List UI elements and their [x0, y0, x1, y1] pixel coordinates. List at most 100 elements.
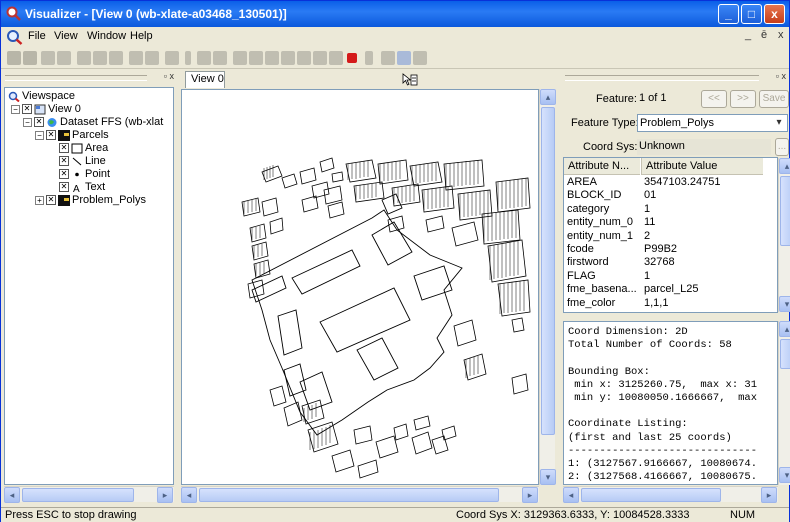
console-vscrollbar[interactable]: ▴ ▾ — [778, 321, 790, 485]
filter-icon[interactable] — [165, 51, 179, 65]
chevron-down-icon[interactable]: ▾ — [771, 115, 787, 131]
scroll-down-icon[interactable]: ▾ — [779, 467, 790, 483]
map-hscrollbar[interactable]: ◂ ▸ — [181, 486, 539, 503]
problem-polys-checkbox[interactable]: ✕ — [46, 195, 56, 206]
table-row[interactable]: BLOCK_ID 01 — [564, 189, 763, 202]
tree-node-viewspace[interactable]: Viewspace — [8, 90, 75, 103]
doc-minimize-button[interactable]: _ — [745, 29, 751, 41]
map-vscrollbar[interactable]: ▴ ▾ — [539, 89, 556, 485]
console-scroll-thumb[interactable] — [780, 339, 790, 369]
coord-sys-browse-button[interactable]: ... — [775, 138, 789, 156]
tree-node-dataset[interactable]: − ✕ Dataset FFS (wb-xlat — [23, 116, 163, 129]
layout-icon[interactable] — [381, 51, 395, 65]
menu-view[interactable]: View — [54, 30, 78, 42]
tree-pane-grip[interactable] — [5, 75, 147, 81]
save-feature-button[interactable]: Save — [759, 90, 789, 108]
next-feature-button[interactable]: >> — [730, 90, 756, 108]
undo-icon[interactable] — [313, 51, 327, 65]
scroll-down-icon[interactable]: ▾ — [779, 296, 790, 312]
scroll-right-icon[interactable]: ▸ — [761, 487, 777, 503]
menu-help[interactable]: Help — [130, 30, 153, 42]
tree-node-view[interactable]: − ✕ View 0 — [11, 103, 81, 116]
scroll-left-icon[interactable]: ◂ — [4, 487, 20, 503]
maximize-button[interactable]: □ — [741, 4, 762, 24]
map-vscroll-thumb[interactable] — [541, 107, 555, 435]
scroll-up-icon[interactable]: ▴ — [779, 321, 790, 337]
scroll-right-icon[interactable]: ▸ — [522, 487, 538, 503]
table-row[interactable]: category 1 — [564, 203, 763, 216]
map-hscroll-thumb[interactable] — [199, 488, 499, 502]
point-checkbox[interactable]: ✕ — [59, 169, 69, 180]
map-canvas[interactable] — [181, 89, 539, 485]
table-row[interactable]: firstword 32768 — [564, 256, 763, 269]
collapse-icon[interactable]: − — [11, 104, 20, 114]
save-icon[interactable] — [41, 51, 55, 65]
feature-pane-grip[interactable] — [565, 75, 759, 81]
minimize-button[interactable]: _ — [718, 4, 739, 24]
table-row[interactable]: fcode P99B2 — [564, 243, 763, 256]
forward-icon[interactable] — [23, 51, 37, 65]
attribute-vscrollbar[interactable]: ▴ ▾ — [778, 158, 790, 312]
tab-view-0[interactable]: View 0 — [185, 71, 225, 88]
stop-icon[interactable] — [347, 53, 357, 63]
delete-icon[interactable] — [109, 51, 123, 65]
print-icon[interactable] — [57, 51, 71, 65]
menu-file[interactable]: File — [28, 30, 46, 42]
info-icon[interactable] — [185, 51, 191, 65]
column-header-attribute-name[interactable]: Attribute N... — [564, 158, 640, 175]
view-checkbox[interactable]: ✕ — [22, 104, 32, 115]
line-checkbox[interactable]: ✕ — [59, 156, 69, 167]
pin-icon[interactable] — [365, 51, 373, 65]
tree-node-area[interactable]: ✕ Area — [59, 142, 108, 155]
window-icon[interactable] — [413, 51, 427, 65]
table-row[interactable]: FLAG 1 — [564, 270, 763, 283]
tree-node-point[interactable]: ✕ Point — [59, 168, 110, 181]
pan-icon[interactable] — [213, 51, 227, 65]
scroll-right-icon[interactable]: ▸ — [157, 487, 173, 503]
console-hscrollbar[interactable]: ◂ ▸ — [563, 486, 778, 503]
doc-close-button[interactable]: x — [778, 29, 784, 41]
table-row[interactable]: fme_basena... parcel_L25 — [564, 283, 763, 296]
tree-node-line[interactable]: ✕ Line — [59, 155, 106, 168]
tree-hscrollbar[interactable]: ◂ ▸ — [4, 486, 174, 503]
tile-icon[interactable] — [397, 51, 411, 65]
zoom-window-icon[interactable] — [297, 51, 311, 65]
open-alt-icon[interactable] — [93, 51, 107, 65]
tree-pane-controls[interactable]: ▫ x — [164, 71, 174, 81]
title-bar[interactable]: Visualizer - [View 0 (wb-xlate-a03468_13… — [1, 1, 789, 27]
tree-node-problem-polys[interactable]: + ✕ Problem_Polys — [35, 194, 146, 207]
attribute-scroll-thumb[interactable] — [780, 176, 790, 246]
close-button[interactable]: x — [764, 4, 785, 24]
table-row[interactable]: AREA 3547103.24751 — [564, 176, 763, 189]
zoom-out-icon[interactable] — [249, 51, 263, 65]
zoom-extent-icon[interactable] — [265, 51, 279, 65]
table-row[interactable]: fme_color 1,1,1 — [564, 297, 763, 310]
feature-pane-controls[interactable]: ▫ x — [776, 71, 786, 81]
collapse-icon[interactable]: − — [35, 130, 44, 140]
scroll-up-icon[interactable]: ▴ — [540, 89, 556, 105]
tree-scroll-thumb[interactable] — [22, 488, 134, 502]
paste-icon[interactable] — [145, 51, 159, 65]
zoom-select-icon[interactable] — [281, 51, 295, 65]
area-checkbox[interactable]: ✕ — [59, 143, 69, 154]
zoom-in-icon[interactable] — [233, 51, 247, 65]
feature-type-select[interactable]: Problem_Polys ▾ — [637, 114, 788, 132]
prev-feature-button[interactable]: << — [701, 90, 727, 108]
document-icon[interactable] — [6, 29, 23, 45]
open-icon[interactable] — [77, 51, 91, 65]
doc-restore-button[interactable]: ē — [761, 29, 767, 41]
collapse-icon[interactable]: − — [23, 117, 32, 127]
text-checkbox[interactable]: ✕ — [59, 182, 69, 193]
table-row[interactable]: entity_num_1 2 — [564, 230, 763, 243]
parcels-checkbox[interactable]: ✕ — [46, 130, 56, 141]
console-hscroll-thumb[interactable] — [581, 488, 721, 502]
select-icon[interactable] — [197, 51, 211, 65]
tree-node-text[interactable]: ✕ A Text — [59, 181, 105, 194]
scroll-down-icon[interactable]: ▾ — [540, 469, 556, 485]
tree-node-parcels[interactable]: − ✕ Parcels — [35, 129, 109, 142]
back-icon[interactable] — [7, 51, 21, 65]
column-header-attribute-value[interactable]: Attribute Value — [641, 158, 763, 175]
menu-window[interactable]: Window — [87, 30, 126, 42]
table-row[interactable]: entity_num_0 11 — [564, 216, 763, 229]
scroll-left-icon[interactable]: ◂ — [563, 487, 579, 503]
